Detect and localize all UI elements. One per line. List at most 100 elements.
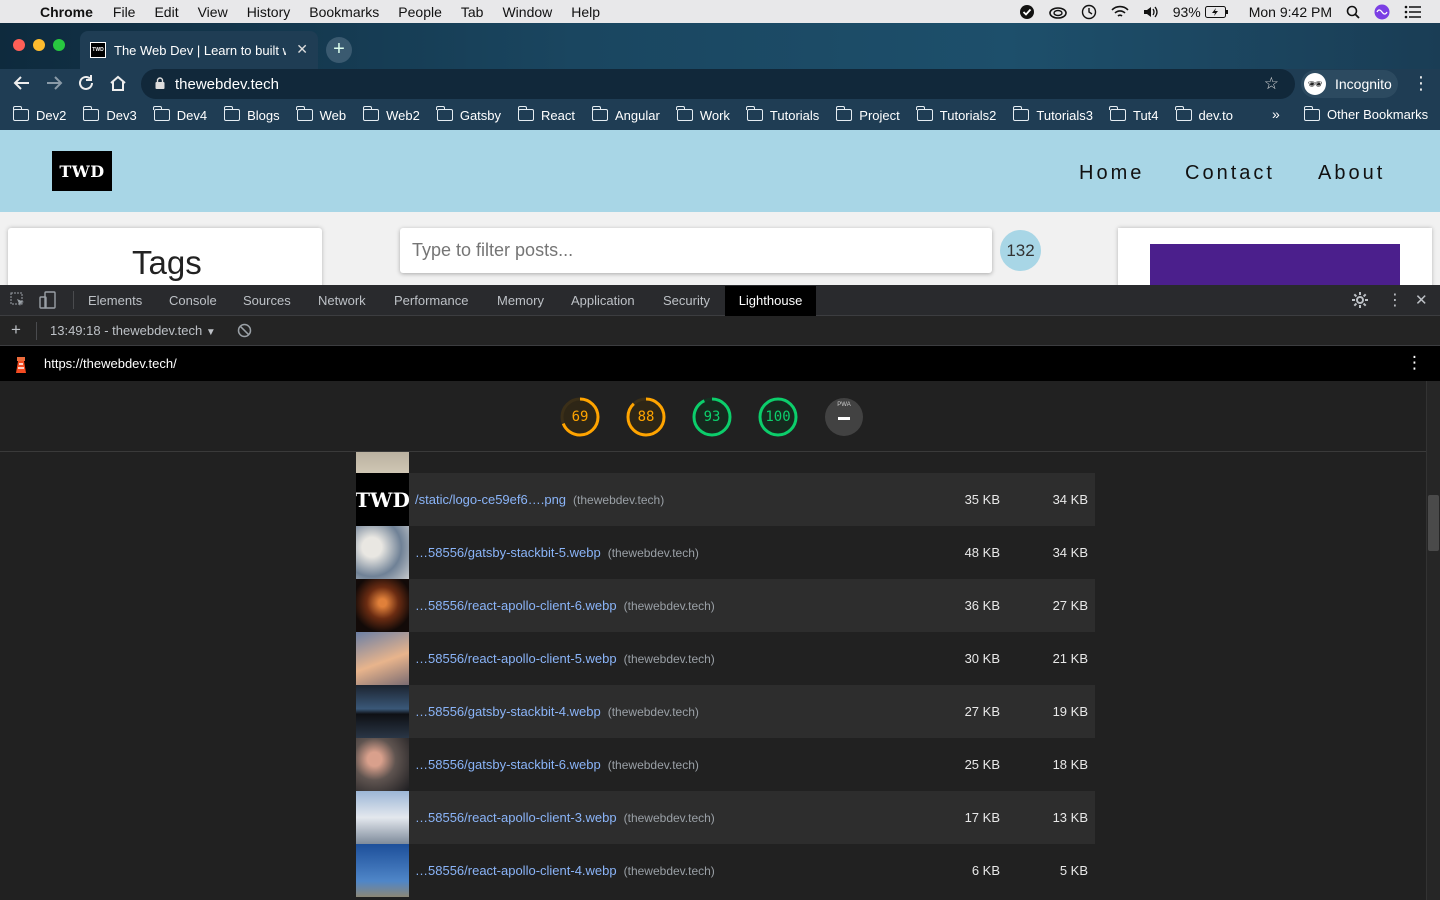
clear-reports-icon[interactable] bbox=[237, 323, 252, 341]
menu-people[interactable]: People bbox=[398, 4, 442, 20]
bookmark-folder[interactable]: Gatsby bbox=[436, 106, 501, 123]
menubar-clock[interactable]: Mon 9:42 PM bbox=[1249, 4, 1332, 20]
menu-history[interactable]: History bbox=[247, 4, 291, 20]
folder-icon bbox=[296, 106, 313, 121]
resource-url-link[interactable]: …58556/gatsby-stackbit-5.webp (thewebdev.… bbox=[415, 545, 699, 560]
window-zoom-button[interactable] bbox=[53, 39, 65, 51]
tab-console[interactable]: Console bbox=[169, 293, 217, 308]
wifi-icon[interactable] bbox=[1111, 5, 1129, 19]
tab-performance[interactable]: Performance bbox=[394, 293, 468, 308]
bookmark-folder[interactable]: Tut4 bbox=[1109, 106, 1159, 123]
pwa-badge[interactable]: PWA bbox=[824, 397, 864, 437]
bookmark-folder[interactable]: Project bbox=[835, 106, 900, 123]
bookmark-folder[interactable]: Tutorials2 bbox=[916, 106, 996, 123]
tab-memory[interactable]: Memory bbox=[497, 293, 544, 308]
resource-size: 30 KB bbox=[964, 651, 1000, 666]
dropdown-caret-icon: ▼ bbox=[205, 327, 216, 338]
window-minimize-button[interactable] bbox=[33, 39, 45, 51]
bookmark-folder[interactable]: dev.to bbox=[1175, 106, 1233, 123]
address-bar[interactable]: thewebdev.tech ☆ bbox=[141, 69, 1295, 99]
menu-file[interactable]: File bbox=[113, 4, 136, 20]
new-report-plus-icon[interactable]: + bbox=[11, 320, 21, 340]
back-icon[interactable] bbox=[12, 73, 32, 98]
menu-tab[interactable]: Tab bbox=[461, 4, 484, 20]
featured-card[interactable] bbox=[1118, 228, 1432, 285]
bookmark-folder[interactable]: Web2 bbox=[362, 106, 420, 123]
device-toolbar-icon[interactable] bbox=[39, 291, 57, 312]
bookmark-folder[interactable]: Web bbox=[296, 106, 346, 123]
tab-application[interactable]: Application bbox=[571, 293, 635, 308]
tab-elements[interactable]: Elements bbox=[88, 293, 142, 308]
bookmark-folder[interactable]: Tutorials bbox=[746, 106, 819, 123]
bookmark-folder[interactable]: Work bbox=[676, 106, 730, 123]
battery-icon[interactable] bbox=[1204, 5, 1229, 18]
report-selector[interactable]: 13:49:18 - thewebdev.tech ▼ bbox=[50, 323, 216, 338]
tab-favicon: TWD bbox=[90, 42, 106, 58]
menu-bookmarks[interactable]: Bookmarks bbox=[309, 4, 379, 20]
app-menu[interactable]: Chrome bbox=[40, 4, 93, 20]
browser-tab[interactable]: TWD The Web Dev | Learn to built web ✕ bbox=[80, 31, 318, 69]
incognito-label: Incognito bbox=[1335, 76, 1392, 92]
bookmark-folder[interactable]: Dev2 bbox=[12, 106, 66, 123]
reload-icon[interactable] bbox=[76, 73, 96, 98]
resource-url-link[interactable]: …58556/gatsby-stackbit-6.webp (thewebdev.… bbox=[415, 757, 699, 772]
best-practices-score-gauge[interactable]: 93 bbox=[692, 397, 732, 437]
site-logo[interactable]: TWD bbox=[52, 151, 112, 191]
menu-help[interactable]: Help bbox=[571, 4, 600, 20]
nav-home-link[interactable]: Home bbox=[1079, 162, 1144, 185]
spotlight-search-icon[interactable] bbox=[1346, 5, 1360, 19]
devtools-close-icon[interactable]: ✕ bbox=[1415, 291, 1428, 309]
report-menu-icon[interactable]: ⋮ bbox=[1406, 353, 1423, 373]
nav-contact-link[interactable]: Contact bbox=[1185, 162, 1275, 185]
time-machine-icon[interactable] bbox=[1081, 4, 1097, 20]
bookmarks-overflow-button[interactable]: » bbox=[1272, 106, 1280, 122]
new-tab-button[interactable]: + bbox=[326, 37, 352, 63]
window-close-button[interactable] bbox=[13, 39, 25, 51]
resource-url-link[interactable]: /static/logo-ce59ef6….png (thewebdev.tech… bbox=[415, 492, 664, 507]
nav-about-link[interactable]: About bbox=[1318, 162, 1385, 185]
resource-url-link[interactable]: …58556/react-apollo-client-4.webp (theweb… bbox=[415, 863, 715, 878]
menu-edit[interactable]: Edit bbox=[154, 4, 178, 20]
tab-close-icon[interactable]: ✕ bbox=[296, 41, 308, 58]
other-bookmarks-folder[interactable]: Other Bookmarks bbox=[1303, 105, 1428, 122]
devtools-more-icon[interactable]: ⋮ bbox=[1387, 290, 1403, 310]
scrollbar-thumb[interactable] bbox=[1428, 495, 1439, 551]
tab-security[interactable]: Security bbox=[663, 293, 710, 308]
report-selector-label: 13:49:18 - thewebdev.tech bbox=[50, 323, 203, 338]
best-practices-score: 93 bbox=[703, 409, 721, 425]
checkmark-app-icon[interactable] bbox=[1019, 4, 1035, 20]
notification-center-icon[interactable] bbox=[1404, 5, 1422, 19]
performance-score-gauge[interactable]: 69 bbox=[560, 397, 600, 437]
bookmark-folder[interactable]: Blogs bbox=[223, 106, 280, 123]
bookmark-folder[interactable]: Dev4 bbox=[153, 106, 207, 123]
lock-icon[interactable] bbox=[155, 76, 165, 92]
siri-icon[interactable] bbox=[1374, 4, 1390, 20]
bookmark-folder[interactable]: Angular bbox=[591, 106, 660, 123]
resource-url-link[interactable]: …58556/react-apollo-client-3.webp (theweb… bbox=[415, 810, 715, 825]
menu-view[interactable]: View bbox=[198, 4, 228, 20]
report-scrollbar[interactable] bbox=[1426, 381, 1440, 900]
home-icon[interactable] bbox=[108, 73, 128, 98]
menu-window[interactable]: Window bbox=[502, 4, 552, 20]
forward-icon[interactable] bbox=[44, 73, 64, 98]
tab-sources[interactable]: Sources bbox=[243, 293, 291, 308]
resource-url-link[interactable]: …58556/react-apollo-client-5.webp (theweb… bbox=[415, 651, 715, 666]
bookmark-star-icon[interactable]: ☆ bbox=[1264, 74, 1279, 94]
incognito-profile-button[interactable]: 🕶 Incognito bbox=[1301, 70, 1398, 98]
resource-url-link[interactable]: …58556/react-apollo-client-6.webp (theweb… bbox=[415, 598, 715, 613]
bookmark-folder[interactable]: Tutorials3 bbox=[1012, 106, 1093, 123]
filter-posts-input[interactable] bbox=[400, 228, 992, 273]
accessibility-score-gauge[interactable]: 88 bbox=[626, 397, 666, 437]
bookmark-folder[interactable]: React bbox=[517, 106, 575, 123]
resource-url-link[interactable]: …58556/gatsby-stackbit-4.webp (thewebdev.… bbox=[415, 704, 699, 719]
tab-lighthouse[interactable]: Lighthouse bbox=[725, 286, 816, 316]
chrome-menu-icon[interactable]: ⋮ bbox=[1412, 73, 1430, 94]
bookmark-folder[interactable]: Dev3 bbox=[82, 106, 137, 123]
inspect-element-icon[interactable] bbox=[10, 292, 26, 311]
seo-score-gauge[interactable]: 100 bbox=[758, 397, 798, 437]
creative-cloud-icon[interactable] bbox=[1048, 5, 1067, 19]
volume-icon[interactable] bbox=[1143, 5, 1159, 19]
settings-gear-icon[interactable] bbox=[1351, 291, 1369, 312]
resource-host: (thewebdev.tech) bbox=[623, 599, 715, 613]
tab-network[interactable]: Network bbox=[318, 293, 366, 308]
